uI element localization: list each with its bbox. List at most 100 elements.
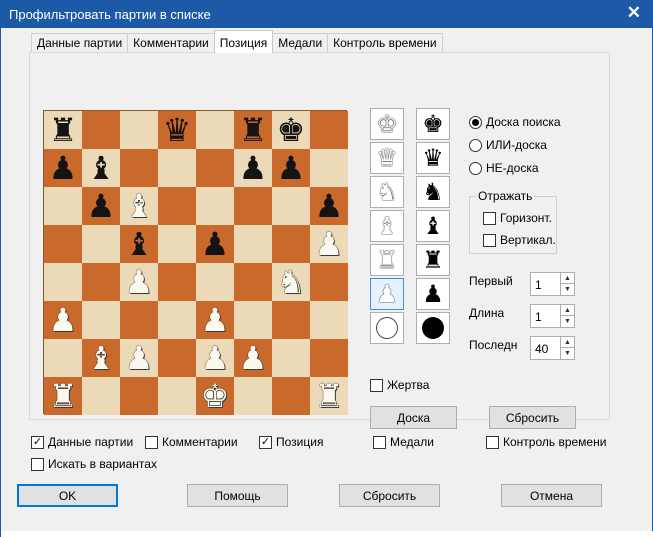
reflect-vertical-checkbox[interactable]: Вертикал. <box>483 233 556 247</box>
board-square[interactable]: ♞ <box>272 263 310 301</box>
board-square[interactable] <box>234 301 272 339</box>
tab-comments[interactable]: Комментарии <box>127 33 215 53</box>
board-square[interactable] <box>158 149 196 187</box>
board-square[interactable]: ♟ <box>44 149 82 187</box>
chess-board[interactable]: ♜ ♛ ♜ ♚ ♟ ♝ ♟ ♟ ♟ ♝ ♟ ♝ ♟ ♟ ♟ ♞ ♟ ♟ ♝ ♟ ♟ ♟ ♜ ♚ ♜ <box>43 110 348 415</box>
radio-not-board[interactable]: НЕ-доска <box>469 161 539 175</box>
black-pawn-button[interactable]: ♟ <box>416 278 450 310</box>
white-knight-button[interactable]: ♞ <box>370 176 404 208</box>
black-king-button[interactable]: ♚ <box>416 108 450 140</box>
board-square[interactable] <box>234 263 272 301</box>
board-square[interactable] <box>196 111 234 149</box>
length-spinner[interactable]: 1 ▲ ▼ <box>530 304 575 328</box>
board-square[interactable] <box>158 339 196 377</box>
close-icon[interactable]: ✕ <box>627 3 641 23</box>
radio-or-board[interactable]: ИЛИ-доска <box>469 138 547 152</box>
board-square[interactable]: ♟ <box>196 301 234 339</box>
ok-button[interactable]: OK <box>17 484 118 507</box>
search-in-variations-checkbox[interactable]: Искать в вариантах <box>31 457 157 471</box>
radio-search-board[interactable]: Доска поиска <box>469 115 561 129</box>
board-square[interactable] <box>310 111 348 149</box>
board-square[interactable]: ♟ <box>272 149 310 187</box>
filter-comments-checkbox[interactable]: Комментарии <box>145 435 238 449</box>
tab-medals[interactable]: Медали <box>272 33 329 53</box>
board-square[interactable]: ♜ <box>310 377 348 415</box>
board-square[interactable]: ♟ <box>310 187 348 225</box>
spin-down-icon[interactable]: ▼ <box>560 284 574 295</box>
board-square[interactable]: ♟ <box>310 225 348 263</box>
filter-game-data-checkbox[interactable]: ✓ Данные партии <box>31 435 133 449</box>
tab-position[interactable]: Позиция <box>213 30 274 53</box>
board-square[interactable] <box>158 225 196 263</box>
board-square[interactable] <box>158 187 196 225</box>
board-square[interactable]: ♝ <box>120 225 158 263</box>
board-square[interactable] <box>310 339 348 377</box>
white-rook-button[interactable]: ♜ <box>370 244 404 276</box>
board-square[interactable]: ♚ <box>196 377 234 415</box>
board-square[interactable]: ♟ <box>234 149 272 187</box>
white-king-button[interactable]: ♚ <box>370 108 404 140</box>
board-button[interactable]: Доска <box>370 406 457 429</box>
board-square[interactable] <box>196 149 234 187</box>
board-square[interactable]: ♟ <box>120 339 158 377</box>
board-square[interactable]: ♜ <box>44 111 82 149</box>
last-move-spinner[interactable]: 40 ▲ ▼ <box>530 336 575 360</box>
board-square[interactable] <box>310 149 348 187</box>
board-square[interactable] <box>234 187 272 225</box>
board-square[interactable]: ♜ <box>44 377 82 415</box>
board-square[interactable]: ♝ <box>82 339 120 377</box>
white-bishop-button[interactable]: ♝ <box>370 210 404 242</box>
board-square[interactable] <box>196 187 234 225</box>
board-square[interactable] <box>272 187 310 225</box>
board-square[interactable] <box>196 263 234 301</box>
board-square[interactable] <box>82 301 120 339</box>
filter-medals-checkbox[interactable]: Медали <box>373 435 434 449</box>
filter-position-checkbox[interactable]: ✓ Позиция <box>259 435 323 449</box>
filter-time-control-checkbox[interactable]: Контроль времени <box>486 435 606 449</box>
black-bishop-button[interactable]: ♝ <box>416 210 450 242</box>
white-pawn-button[interactable]: ♟ <box>370 278 404 310</box>
board-square[interactable] <box>158 301 196 339</box>
board-square[interactable] <box>44 187 82 225</box>
cancel-button[interactable]: Отмена <box>501 484 602 507</box>
white-queen-button[interactable]: ♛ <box>370 142 404 174</box>
tab-game-data[interactable]: Данные партии <box>31 33 129 53</box>
board-square[interactable]: ♟ <box>44 301 82 339</box>
board-square[interactable]: ♟ <box>196 225 234 263</box>
board-square[interactable] <box>272 225 310 263</box>
board-square[interactable] <box>120 149 158 187</box>
reset-board-button[interactable]: Сбросить <box>489 406 576 429</box>
reflect-horizontal-checkbox[interactable]: Горизонт. <box>483 211 552 225</box>
board-square[interactable] <box>82 111 120 149</box>
spin-up-icon[interactable]: ▲ <box>560 337 574 348</box>
spin-down-icon[interactable]: ▼ <box>560 316 574 327</box>
board-square[interactable]: ♚ <box>272 111 310 149</box>
spin-down-icon[interactable]: ▼ <box>560 348 574 359</box>
board-square[interactable] <box>234 377 272 415</box>
board-square[interactable] <box>44 263 82 301</box>
board-square[interactable] <box>310 263 348 301</box>
board-square[interactable] <box>82 263 120 301</box>
board-square[interactable] <box>120 301 158 339</box>
board-square[interactable] <box>272 339 310 377</box>
board-square[interactable] <box>158 377 196 415</box>
spin-up-icon[interactable]: ▲ <box>560 305 574 316</box>
sacrifice-checkbox[interactable]: Жертва <box>370 378 429 392</box>
white-square-marker-button[interactable] <box>370 312 404 344</box>
board-square[interactable] <box>158 263 196 301</box>
board-square[interactable] <box>120 111 158 149</box>
board-square[interactable] <box>44 339 82 377</box>
board-square[interactable] <box>272 377 310 415</box>
spin-up-icon[interactable]: ▲ <box>560 273 574 284</box>
black-square-marker-button[interactable] <box>416 312 450 344</box>
board-square[interactable]: ♟ <box>82 187 120 225</box>
tab-time-control[interactable]: Контроль времени <box>327 33 443 53</box>
board-square[interactable] <box>234 225 272 263</box>
board-square[interactable]: ♛ <box>158 111 196 149</box>
black-queen-button[interactable]: ♛ <box>416 142 450 174</box>
board-square[interactable]: ♟ <box>120 263 158 301</box>
board-square[interactable] <box>82 377 120 415</box>
board-square[interactable] <box>272 301 310 339</box>
first-move-spinner[interactable]: 1 ▲ ▼ <box>530 272 575 296</box>
board-square[interactable] <box>44 225 82 263</box>
